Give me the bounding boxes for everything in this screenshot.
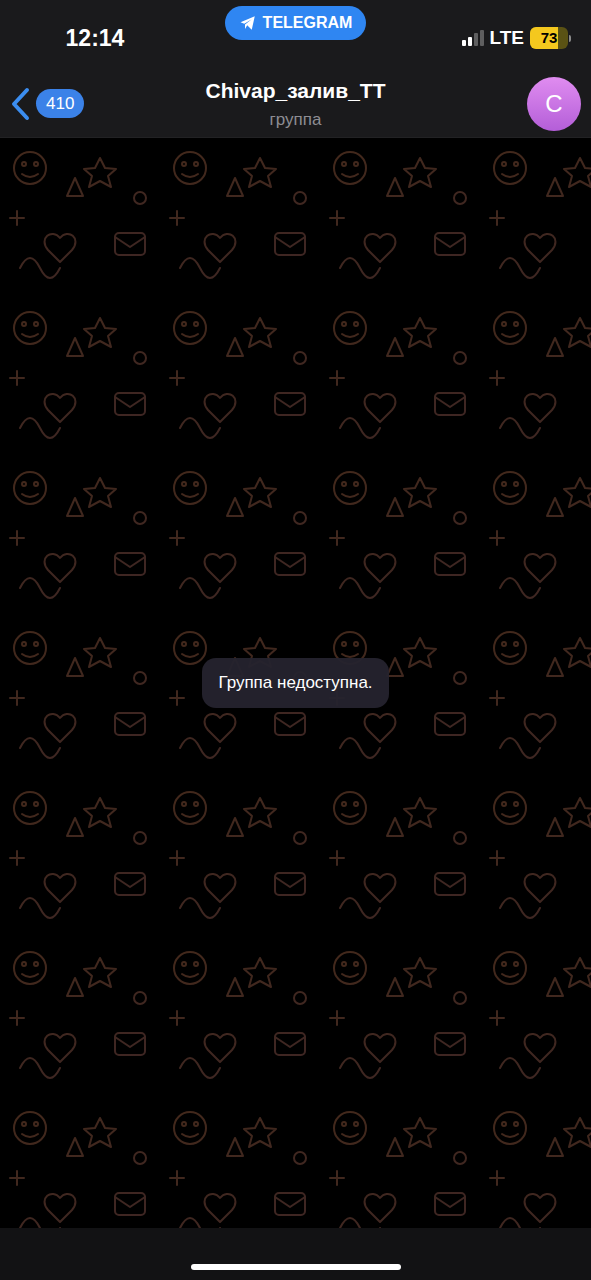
- status-bar: 12:14 TELEGRAM LTE 73: [0, 0, 591, 70]
- chat-subtitle: группа: [270, 107, 322, 133]
- back-button[interactable]: 410: [10, 87, 120, 121]
- battery-icon: 73: [530, 27, 571, 49]
- nav-bar: 410 Chivap_залив_ТТгруппа C: [0, 70, 591, 138]
- bottom-bar: [0, 1228, 591, 1280]
- telegram-screen: 12:14 TELEGRAM LTE 73 410 Chivap_залив_ТТгруп…: [0, 0, 591, 1280]
- chat-title-block[interactable]: Chivap_залив_ТТгруппа: [120, 75, 471, 132]
- signal-icon: [462, 30, 484, 46]
- chat-title: Chivap_залив_ТТ: [205, 75, 385, 107]
- home-indicator[interactable]: [191, 1264, 401, 1270]
- status-time: 12:14: [66, 21, 125, 56]
- paper-plane-icon: [239, 14, 257, 32]
- unread-badge: 410: [36, 89, 84, 119]
- header: 12:14 TELEGRAM LTE 73 410 Chivap_залив_ТТгруп…: [0, 0, 591, 138]
- chat-avatar[interactable]: C: [527, 77, 581, 131]
- network-label: LTE: [490, 24, 524, 53]
- chevron-left-icon: [10, 87, 32, 121]
- service-message: Группа недоступна.: [202, 658, 388, 708]
- chat-area: Группа недоступна.: [0, 138, 591, 1228]
- telegram-pill[interactable]: TELEGRAM: [225, 6, 367, 40]
